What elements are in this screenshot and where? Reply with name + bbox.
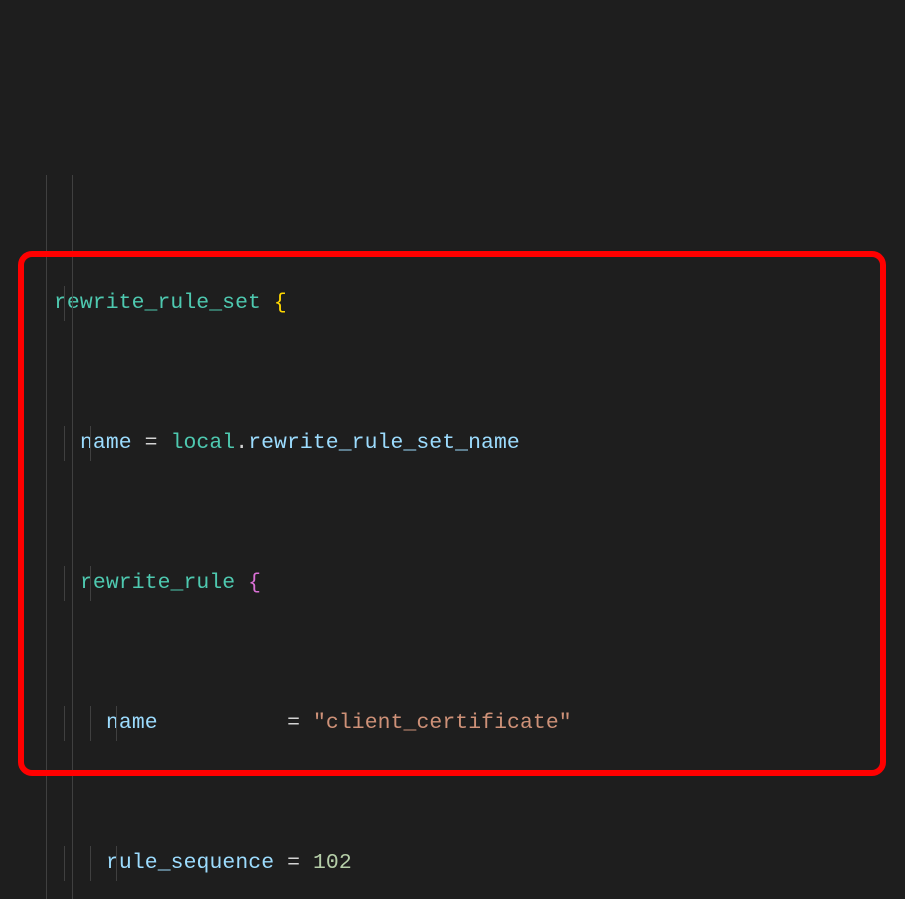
keyword: rewrite_rule <box>80 571 235 595</box>
code-line[interactable]: name = local.rewrite_rule_set_name <box>18 426 905 461</box>
identifier: local <box>171 431 236 455</box>
string: "client_certificate" <box>313 711 572 735</box>
code-line[interactable]: name = "client_certificate" <box>18 706 905 741</box>
brace: { <box>261 291 287 315</box>
code-editor[interactable]: rewrite_rule_set { name = local.rewrite_… <box>0 175 905 899</box>
brace: { <box>235 571 261 595</box>
property: name <box>80 431 132 455</box>
keyword: rewrite_rule_set <box>54 291 261 315</box>
code-line[interactable]: rewrite_rule { <box>18 566 905 601</box>
code-line[interactable]: rewrite_rule_set { <box>18 286 905 321</box>
number: 102 <box>313 851 352 875</box>
highlight-rectangle <box>18 251 886 776</box>
